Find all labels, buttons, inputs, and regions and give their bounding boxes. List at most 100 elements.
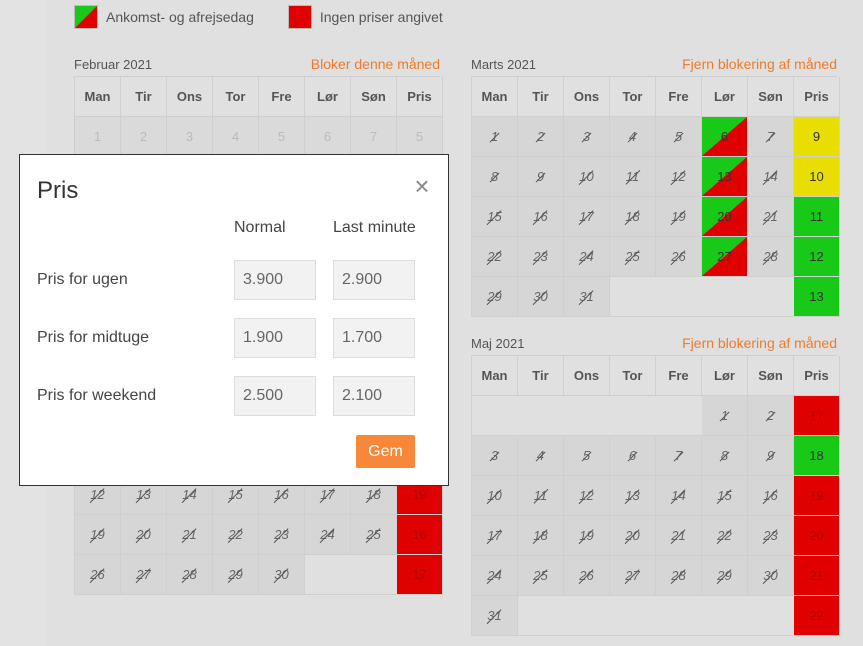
day-cell[interactable]: 16 xyxy=(748,476,794,516)
day-cell[interactable]: 13 xyxy=(702,157,748,197)
day-cell[interactable]: 25 xyxy=(518,556,564,596)
day-cell[interactable]: 20 xyxy=(610,516,656,556)
day-cell[interactable]: 22 xyxy=(213,515,259,555)
day-cell[interactable]: 26 xyxy=(75,555,121,595)
day-cell[interactable]: 7 xyxy=(656,436,702,476)
day-cell[interactable]: 19 xyxy=(75,515,121,555)
day-cell[interactable]: 24 xyxy=(305,515,351,555)
day-cell[interactable]: 5 xyxy=(656,117,702,157)
week-price-cell[interactable]: 5 xyxy=(397,117,443,157)
day-cell[interactable]: 1 xyxy=(702,396,748,436)
day-cell[interactable]: 23 xyxy=(518,237,564,277)
day-cell[interactable]: 1 xyxy=(75,117,121,157)
day-cell[interactable]: 11 xyxy=(518,476,564,516)
weekend-normal-price-input[interactable] xyxy=(234,376,316,416)
week-price-cell[interactable]: 22 xyxy=(794,596,840,636)
day-cell[interactable]: 3 xyxy=(564,117,610,157)
day-cell[interactable]: 5 xyxy=(259,117,305,157)
day-cell[interactable]: 3 xyxy=(472,436,518,476)
day-cell[interactable]: 12 xyxy=(564,476,610,516)
week-normal-price-input[interactable] xyxy=(234,260,316,300)
day-cell[interactable]: 28 xyxy=(656,556,702,596)
save-button[interactable]: Gem xyxy=(356,435,415,468)
day-cell[interactable]: 9 xyxy=(748,436,794,476)
day-cell[interactable]: 6 xyxy=(702,117,748,157)
day-cell[interactable]: 16 xyxy=(518,197,564,237)
day-cell[interactable]: 19 xyxy=(656,197,702,237)
day-cell[interactable]: 20 xyxy=(121,515,167,555)
week-price-cell[interactable]: 16 xyxy=(397,515,443,555)
day-cell[interactable]: 27 xyxy=(610,556,656,596)
unblock-month-link[interactable]: Fjern blokering af måned xyxy=(682,56,837,72)
week-price-cell[interactable]: 10 xyxy=(794,157,840,197)
day-cell[interactable]: 19 xyxy=(564,516,610,556)
week-price-cell[interactable]: 11 xyxy=(794,197,840,237)
day-cell[interactable]: 14 xyxy=(656,476,702,516)
day-cell[interactable]: 6 xyxy=(305,117,351,157)
day-cell[interactable]: 17 xyxy=(472,516,518,556)
day-cell[interactable]: 15 xyxy=(702,476,748,516)
day-cell[interactable]: 2 xyxy=(748,396,794,436)
day-cell[interactable]: 22 xyxy=(702,516,748,556)
day-cell[interactable]: 23 xyxy=(748,516,794,556)
week-last-minute-price-input[interactable] xyxy=(333,260,415,300)
day-cell[interactable]: 25 xyxy=(610,237,656,277)
day-cell[interactable]: 10 xyxy=(472,476,518,516)
day-cell[interactable]: 30 xyxy=(748,556,794,596)
week-price-cell[interactable]: 9 xyxy=(794,117,840,157)
day-cell[interactable]: 12 xyxy=(656,157,702,197)
day-cell[interactable]: 4 xyxy=(213,117,259,157)
day-cell[interactable]: 18 xyxy=(518,516,564,556)
day-cell[interactable]: 30 xyxy=(259,555,305,595)
day-cell[interactable]: 8 xyxy=(702,436,748,476)
week-price-cell[interactable]: 12 xyxy=(794,237,840,277)
day-cell[interactable]: 9 xyxy=(518,157,564,197)
day-cell[interactable]: 21 xyxy=(656,516,702,556)
midweek-last-minute-price-input[interactable] xyxy=(333,318,415,358)
weekend-last-minute-price-input[interactable] xyxy=(333,376,415,416)
day-cell[interactable]: 26 xyxy=(564,556,610,596)
day-cell[interactable]: 28 xyxy=(748,237,794,277)
week-price-cell[interactable]: 13 xyxy=(794,277,840,317)
day-cell[interactable]: 10 xyxy=(564,157,610,197)
day-cell[interactable]: 24 xyxy=(472,556,518,596)
day-cell[interactable]: 30 xyxy=(518,277,564,317)
day-cell[interactable]: 28 xyxy=(167,555,213,595)
day-cell[interactable]: 29 xyxy=(213,555,259,595)
week-price-cell[interactable]: 17 xyxy=(397,555,443,595)
day-cell[interactable]: 17 xyxy=(564,197,610,237)
day-cell[interactable]: 26 xyxy=(656,237,702,277)
unblock-month-link[interactable]: Fjern blokering af måned xyxy=(682,335,837,351)
day-cell[interactable]: 21 xyxy=(167,515,213,555)
day-cell[interactable]: 31 xyxy=(564,277,610,317)
day-cell[interactable]: 13 xyxy=(610,476,656,516)
week-price-cell[interactable]: 20 xyxy=(794,516,840,556)
day-cell[interactable]: 15 xyxy=(472,197,518,237)
day-cell[interactable]: 24 xyxy=(564,237,610,277)
day-cell[interactable]: 5 xyxy=(564,436,610,476)
day-cell[interactable]: 4 xyxy=(610,117,656,157)
day-cell[interactable]: 8 xyxy=(472,157,518,197)
day-cell[interactable]: 3 xyxy=(167,117,213,157)
day-cell[interactable]: 29 xyxy=(702,556,748,596)
day-cell[interactable]: 18 xyxy=(610,197,656,237)
day-cell[interactable]: 31 xyxy=(472,596,518,636)
week-price-cell[interactable]: 19 xyxy=(794,476,840,516)
day-cell[interactable]: 6 xyxy=(610,436,656,476)
block-month-link[interactable]: Bloker denne måned xyxy=(311,56,440,72)
day-cell[interactable]: 2 xyxy=(121,117,167,157)
day-cell[interactable]: 25 xyxy=(351,515,397,555)
week-price-cell[interactable]: 21 xyxy=(794,556,840,596)
day-cell[interactable]: 21 xyxy=(748,197,794,237)
day-cell[interactable]: 1 xyxy=(472,117,518,157)
day-cell[interactable]: 2 xyxy=(518,117,564,157)
day-cell[interactable]: 27 xyxy=(121,555,167,595)
day-cell[interactable]: 22 xyxy=(472,237,518,277)
day-cell[interactable]: 29 xyxy=(472,277,518,317)
day-cell[interactable]: 20 xyxy=(702,197,748,237)
week-price-cell[interactable]: 17 xyxy=(794,396,840,436)
day-cell[interactable]: 14 xyxy=(748,157,794,197)
day-cell[interactable]: 4 xyxy=(518,436,564,476)
day-cell[interactable]: 7 xyxy=(748,117,794,157)
day-cell[interactable]: 11 xyxy=(610,157,656,197)
